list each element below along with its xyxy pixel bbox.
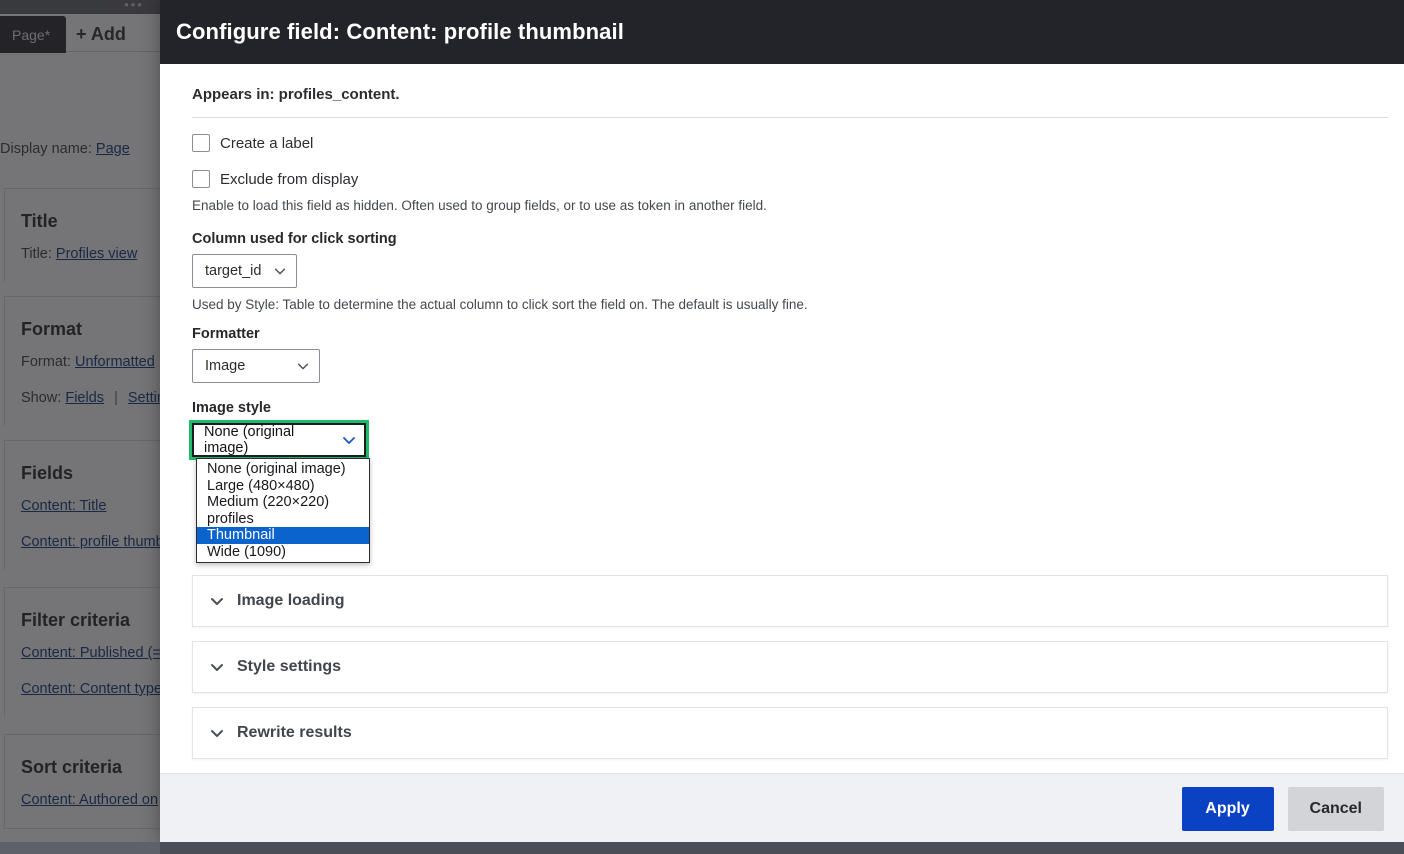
configure-field-dialog: Configure field: Content: profile thumbn… bbox=[160, 0, 1404, 843]
option-wide[interactable]: Wide (1090) bbox=[197, 544, 369, 561]
option-thumbnail[interactable]: Thumbnail bbox=[197, 527, 369, 544]
dialog-header: Configure field: Content: profile thumbn… bbox=[160, 0, 1404, 64]
exclude-help-text: Enable to load this field as hidden. Oft… bbox=[192, 198, 767, 213]
details-style-settings-title: Style settings bbox=[237, 658, 342, 675]
layout-spacer bbox=[192, 457, 1388, 575]
details-image-loading[interactable]: Image loading bbox=[192, 575, 1388, 627]
click-sort-value: target_id bbox=[205, 263, 262, 279]
create-label-text: Create a label bbox=[220, 134, 314, 152]
image-style-combobox[interactable]: None (original image) None (original ima… bbox=[189, 420, 370, 563]
details-rewrite-results[interactable]: Rewrite results bbox=[192, 707, 1388, 759]
appears-in-text: Appears in: profiles_content. bbox=[192, 86, 400, 103]
cancel-button[interactable]: Cancel bbox=[1287, 786, 1384, 831]
field-config-form: Create a label Exclude from display Enab… bbox=[176, 118, 1388, 759]
chevron-down-icon bbox=[209, 593, 225, 609]
dialog-body: Appears in: profiles_content. Create a l… bbox=[160, 64, 1404, 773]
option-medium[interactable]: Medium (220×220) bbox=[197, 494, 369, 511]
details-style-settings[interactable]: Style settings bbox=[192, 641, 1388, 693]
image-style-value: None (original image) bbox=[204, 424, 295, 456]
chevron-down-icon bbox=[296, 359, 310, 373]
dialog-title: Configure field: Content: profile thumbn… bbox=[176, 19, 624, 44]
click-sort-help-text: Used by Style: Table to determine the ac… bbox=[192, 297, 808, 312]
formatter-label: Formatter bbox=[192, 326, 260, 342]
option-profiles[interactable]: profiles bbox=[197, 511, 369, 528]
dialog-footer: Apply Cancel bbox=[160, 773, 1404, 843]
create-label-row[interactable]: Create a label bbox=[192, 134, 1388, 152]
chevron-down-icon bbox=[273, 264, 287, 278]
details-image-loading-title: Image loading bbox=[237, 592, 345, 609]
apply-button[interactable]: Apply bbox=[1181, 786, 1274, 831]
formatter-select[interactable]: Image bbox=[192, 349, 320, 383]
chevron-down-icon bbox=[209, 659, 225, 675]
screen: ••• Page* + Add Display name: Page Title… bbox=[0, 0, 1404, 854]
option-none-original-image[interactable]: None (original image) bbox=[197, 461, 369, 478]
formatter-value: Image bbox=[205, 358, 246, 374]
chevron-down-icon bbox=[341, 432, 357, 448]
create-label-checkbox[interactable] bbox=[192, 134, 210, 152]
image-style-label: Image style bbox=[192, 400, 271, 416]
click-sort-select[interactable]: target_id bbox=[192, 254, 298, 288]
image-style-select[interactable]: None (original image) bbox=[189, 420, 369, 460]
click-sort-label: Column used for click sorting bbox=[192, 231, 397, 247]
bottom-bar-left bbox=[0, 842, 160, 854]
chevron-down-icon bbox=[209, 725, 225, 741]
image-style-options-list[interactable]: None (original image) Large (480×480) Me… bbox=[196, 458, 370, 563]
option-large[interactable]: Large (480×480) bbox=[197, 478, 369, 495]
exclude-from-display-text: Exclude from display bbox=[220, 170, 359, 188]
bottom-status-bar bbox=[0, 842, 1404, 854]
details-rewrite-results-title: Rewrite results bbox=[237, 724, 352, 741]
exclude-from-display-checkbox[interactable] bbox=[192, 170, 210, 188]
exclude-from-display-row[interactable]: Exclude from display bbox=[192, 170, 1388, 188]
